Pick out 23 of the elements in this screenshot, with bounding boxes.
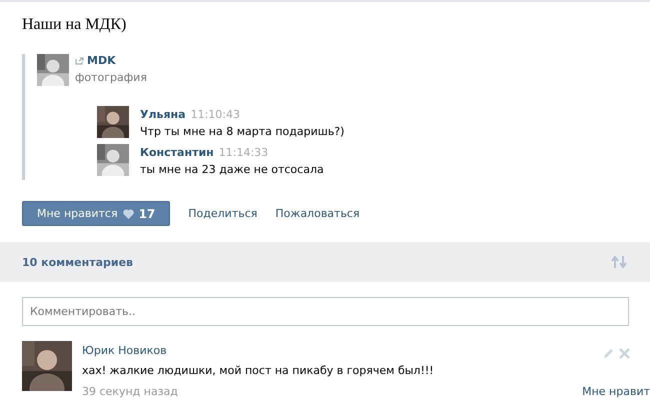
- close-icon[interactable]: [619, 348, 630, 359]
- repost-icon: [75, 56, 84, 64]
- source-link[interactable]: MDK: [75, 54, 116, 67]
- like-link[interactable]: Мне нравит: [582, 385, 650, 398]
- repost-subtitle: фотография: [75, 71, 147, 84]
- message-text: ты мне на 23 даже не отсосала: [140, 163, 324, 176]
- like-button[interactable]: Мне нравится 17: [22, 201, 170, 226]
- edit-icon[interactable]: [603, 348, 614, 359]
- message-time: 11:14:33: [218, 146, 268, 159]
- report-link[interactable]: Пожаловаться: [275, 207, 360, 220]
- sort-icon[interactable]: [611, 256, 628, 268]
- comment-text: хах! жалкие людишки, мой пост на пикабу в горячем был!!!: [82, 364, 434, 377]
- comment-author[interactable]: Юрик Новиков: [82, 344, 167, 357]
- message-author[interactable]: Ульяна: [140, 108, 186, 121]
- comment-count: 10 комментариев: [22, 256, 134, 268]
- heart-icon: [122, 208, 134, 218]
- post-title: Наши на МДК): [22, 16, 126, 34]
- comment-field[interactable]: Комментировать..: [22, 297, 629, 326]
- share-link[interactable]: Поделиться: [188, 207, 258, 220]
- message-time: 11:10:43: [190, 108, 240, 121]
- message-author[interactable]: Константин: [140, 146, 214, 159]
- message-text: Чтр ты мне на 8 марта подаришь?): [140, 125, 344, 138]
- comment-time: 39 секунд назад: [82, 385, 178, 398]
